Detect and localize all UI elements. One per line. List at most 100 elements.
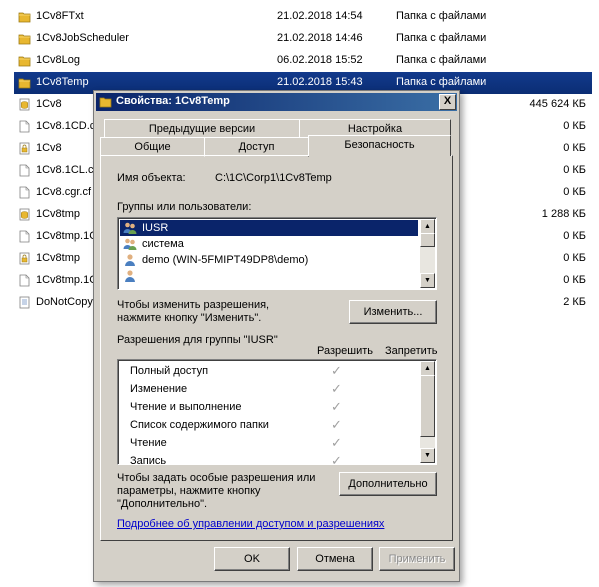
advanced-button[interactable]: Дополнительно	[339, 472, 437, 496]
change-hint-line2: нажмите кнопку "Изменить".	[117, 312, 262, 324]
file-name: 1Cv8FTxt	[36, 10, 84, 22]
dialog-titlebar[interactable]: Свойства: 1Cv8Temp X	[96, 93, 457, 111]
permission-row: Чтение ✓	[120, 434, 418, 452]
lock-file-icon	[19, 142, 30, 155]
permission-name: Чтение и выполнение	[130, 401, 242, 413]
advanced-hint-line3: "Дополнительно".	[117, 498, 208, 510]
file-size: 0 КБ	[563, 230, 586, 242]
users-group-icon	[123, 238, 137, 250]
file-type: Папка с файлами	[396, 32, 487, 44]
file-name: 1Cv8Temp	[36, 76, 89, 88]
allow-header: Разрешить	[317, 345, 373, 357]
permissions-for-label: Разрешения для группы "IUSR"	[117, 334, 278, 346]
file-name: 1Cv8tmp.1C	[36, 274, 98, 286]
cancel-button[interactable]: Отмена	[297, 547, 373, 571]
permission-name: Чтение	[130, 437, 167, 449]
tab-previous-versions[interactable]: Предыдущие версии	[104, 119, 300, 139]
object-name-label: Имя объекта:	[117, 172, 186, 184]
file-date: 06.02.2018 15:52	[277, 54, 363, 66]
file-date: 21.02.2018 14:46	[277, 32, 363, 44]
scroll-thumb[interactable]	[420, 233, 435, 247]
file-size: 0 КБ	[563, 186, 586, 198]
check-icon: ✓	[331, 435, 342, 450]
ok-button[interactable]: OK	[214, 547, 290, 571]
check-icon: ✓	[331, 399, 342, 414]
groups-scrollbar[interactable]: ▲ ▼	[420, 219, 435, 288]
check-icon: ✓	[331, 381, 342, 396]
tab-general[interactable]: Общие	[100, 137, 205, 157]
file-icon	[19, 164, 30, 177]
database-file-icon	[19, 208, 30, 221]
tab-security[interactable]: Безопасность	[308, 135, 451, 156]
security-tab-panel: Имя объекта: C:\1C\Corp1\1Cv8Temp Группы…	[100, 155, 453, 541]
permission-name: Полный доступ	[130, 365, 209, 377]
check-icon: ✓	[331, 363, 342, 378]
file-row[interactable]: 1Cv8JobScheduler 21.02.2018 14:46 Папка с …	[14, 28, 592, 50]
tab-sharing[interactable]: Доступ	[204, 137, 309, 157]
file-name: 1Cv8JobScheduler	[36, 32, 129, 44]
database-file-icon	[19, 98, 30, 111]
folder-icon	[18, 34, 31, 45]
file-name: 1Cv8.1CD.c	[36, 120, 96, 132]
deny-header: Запретить	[385, 345, 438, 357]
file-size: 1 288 КБ	[541, 208, 586, 220]
file-name: 1Cv8tmp.1C	[36, 230, 98, 242]
file-icon	[19, 120, 30, 133]
file-date: 21.02.2018 15:43	[277, 76, 363, 88]
group-list-item[interactable]: система	[120, 236, 418, 252]
file-name: 1Cv8Log	[36, 54, 81, 66]
file-name: 1Cv8.1CL.c	[36, 164, 94, 176]
scroll-thumb[interactable]	[420, 375, 435, 437]
folder-icon	[18, 12, 31, 23]
close-button[interactable]: X	[439, 94, 456, 110]
change-button[interactable]: Изменить...	[349, 300, 437, 324]
permissions-listbox[interactable]: ▲ ▼ Полный доступ ✓ Изменение ✓ Чтение и вып…	[117, 359, 437, 465]
groups-listbox[interactable]: ▲ ▼ IUSR система demo (WIN-5FMIPT49DP8\dem…	[117, 217, 437, 290]
user-icon	[125, 254, 135, 266]
permission-row: Запись ✓	[120, 452, 418, 465]
permission-name: Список содержимого папки	[130, 419, 269, 431]
group-list-item[interactable]	[120, 268, 418, 284]
file-type: Папка с файлами	[396, 76, 487, 88]
change-hint-line1: Чтобы изменить разрешения,	[117, 299, 270, 311]
file-type: Папка с файлами	[396, 54, 487, 66]
scroll-up-icon[interactable]: ▲	[420, 219, 435, 234]
check-icon: ✓	[331, 417, 342, 432]
permissions-scrollbar[interactable]: ▲ ▼	[420, 361, 435, 463]
users-group-icon	[123, 222, 137, 234]
permission-row: Список содержимого папки ✓	[120, 416, 418, 434]
group-name: demo (WIN-5FMIPT49DP8\demo)	[142, 254, 309, 266]
file-name: 1Cv8tmp	[36, 208, 81, 220]
help-link[interactable]: Подробнее об управлении доступом и разре…	[117, 518, 384, 530]
properties-dialog: Свойства: 1Cv8Temp X Предыдущие версии Н…	[93, 90, 460, 582]
object-name-value: C:\1C\Corp1\1Cv8Temp	[215, 172, 332, 184]
file-size: 0 КБ	[563, 164, 586, 176]
file-name: DoNotCopy	[36, 296, 93, 308]
check-icon: ✓	[331, 453, 342, 465]
file-size: 0 КБ	[563, 142, 586, 154]
file-size: 0 КБ	[563, 274, 586, 286]
folder-icon	[18, 56, 31, 67]
scroll-up-icon[interactable]: ▲	[420, 361, 435, 376]
file-type: Папка с файлами	[396, 10, 487, 22]
group-list-item[interactable]: IUSR	[120, 220, 418, 236]
user-icon	[125, 270, 135, 282]
file-size: 0 КБ	[563, 120, 586, 132]
permission-row: Полный доступ ✓	[120, 362, 418, 380]
scroll-down-icon[interactable]: ▼	[420, 273, 435, 288]
lock-file-icon	[19, 252, 30, 265]
file-icon	[19, 230, 30, 243]
apply-button[interactable]: Применить	[379, 547, 455, 571]
file-row[interactable]: 1Cv8FTxt 21.02.2018 14:54 Папка с файлами	[14, 6, 592, 28]
dialog-title: Свойства: 1Cv8Temp	[116, 95, 230, 107]
document-icon	[19, 296, 30, 309]
permission-row: Чтение и выполнение ✓	[120, 398, 418, 416]
file-icon	[19, 274, 30, 287]
groups-label: Группы или пользователи:	[117, 201, 252, 213]
group-list-item[interactable]: demo (WIN-5FMIPT49DP8\demo)	[120, 252, 418, 268]
folder-icon	[18, 78, 31, 89]
group-name: система	[142, 238, 184, 250]
file-row[interactable]: 1Cv8Log 06.02.2018 15:52 Папка с файлами	[14, 50, 592, 72]
scroll-down-icon[interactable]: ▼	[420, 448, 435, 463]
file-size: 0 КБ	[563, 252, 586, 264]
